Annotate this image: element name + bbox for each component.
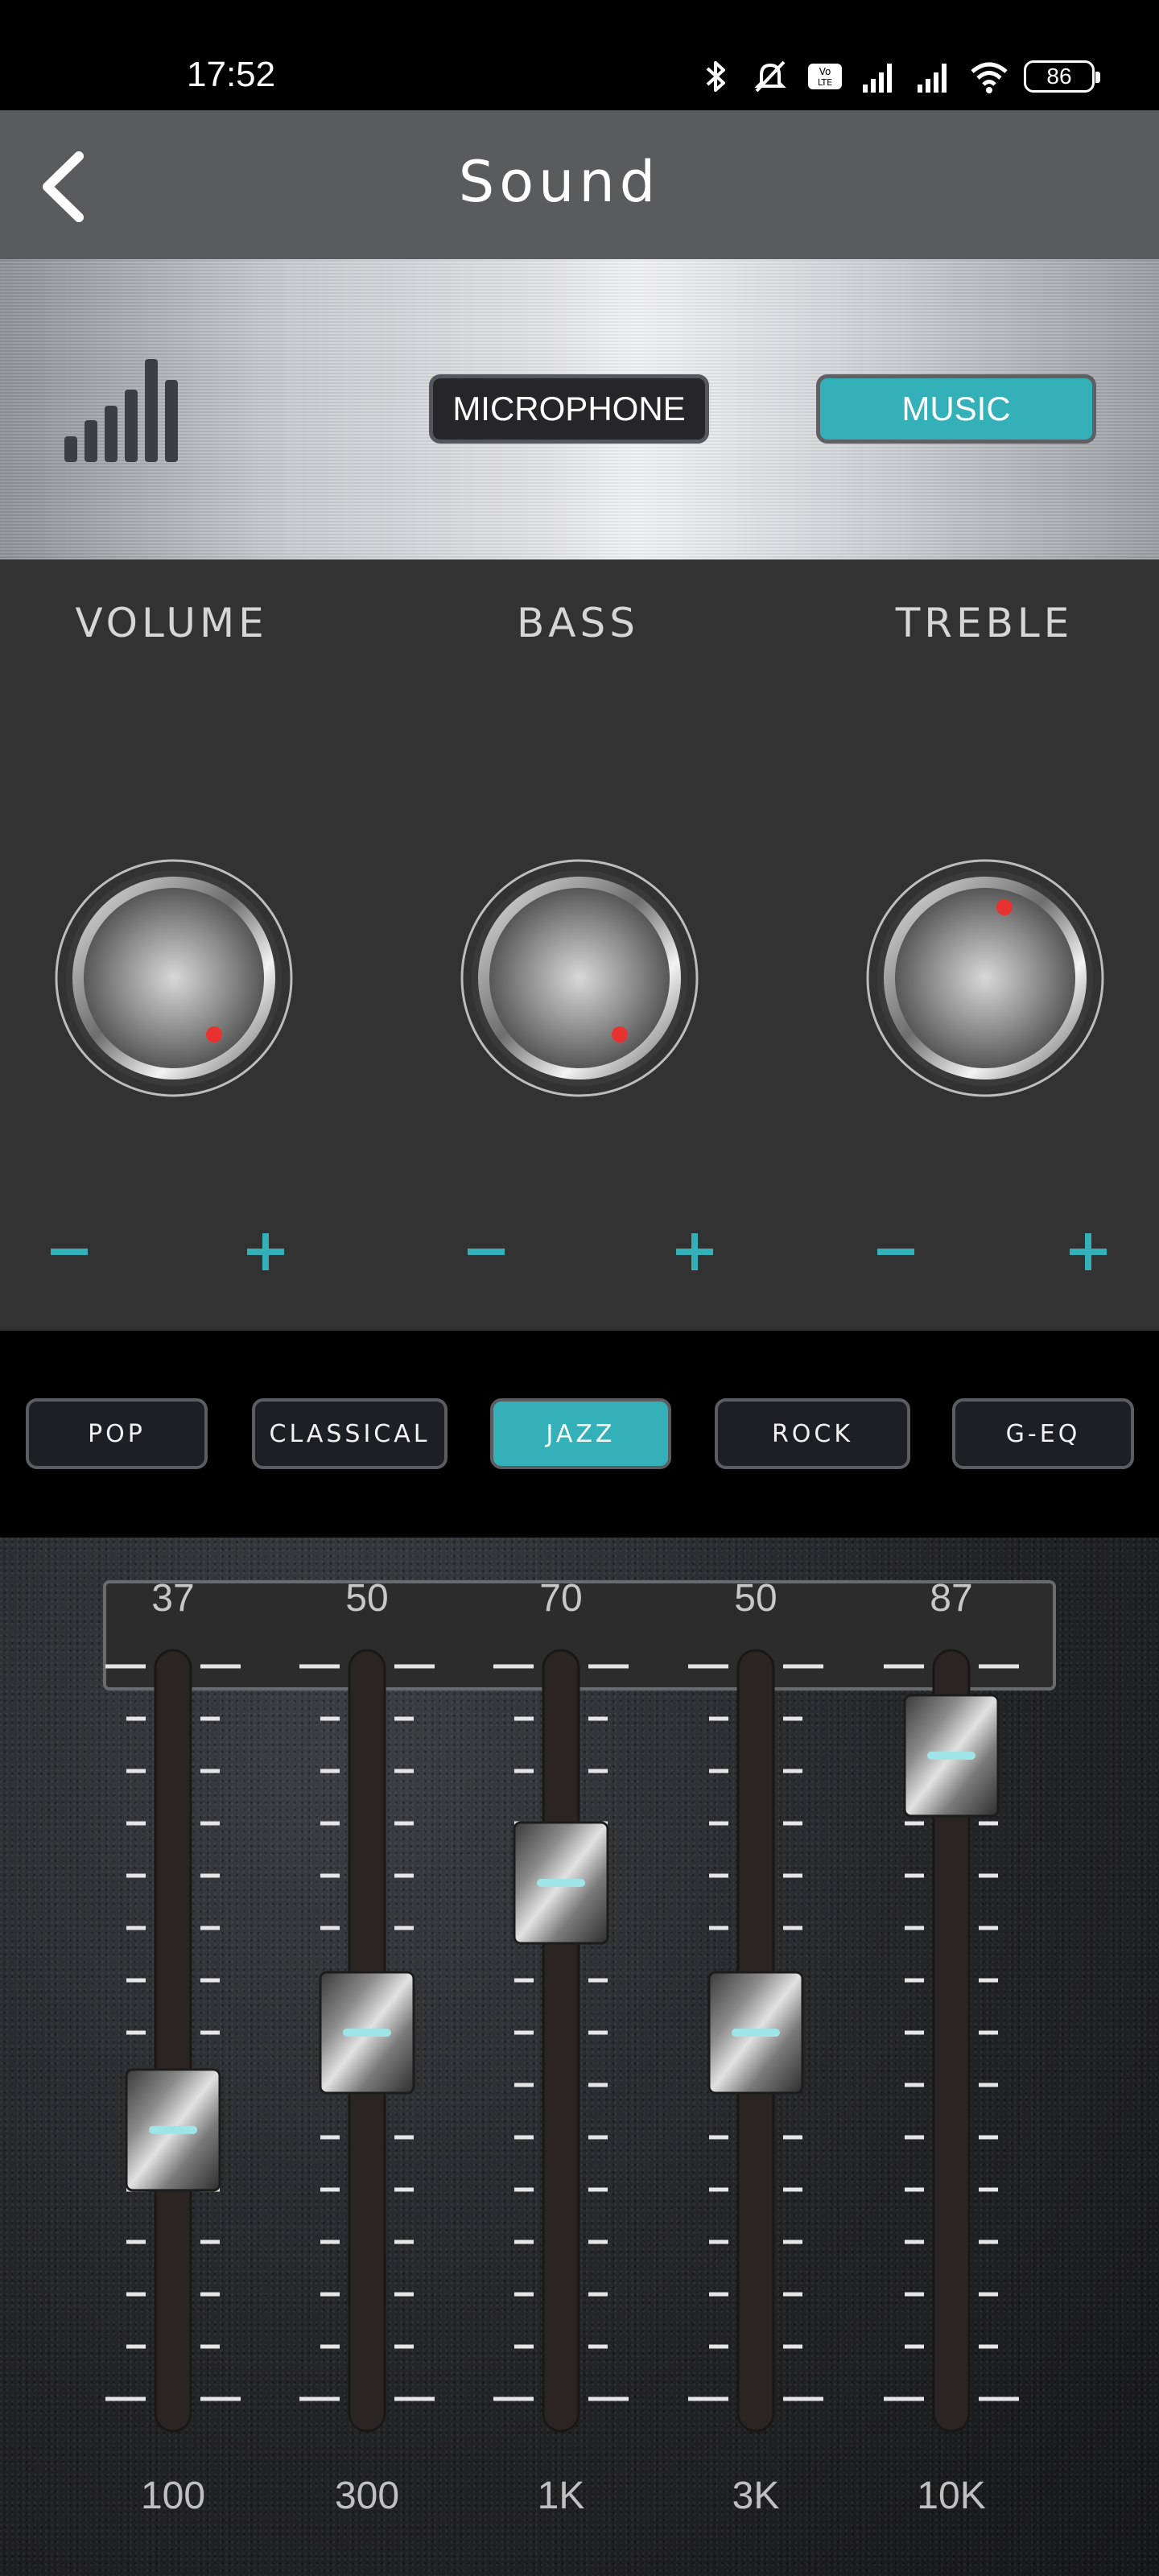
band-100-value: 37 xyxy=(151,1577,195,1620)
preset-geq-button[interactable]: G-EQ xyxy=(952,1398,1134,1469)
eq-slider-300[interactable] xyxy=(299,1649,435,2433)
preset-bar: POP CLASSICAL JAZZ ROCK G-EQ xyxy=(0,1331,1159,1538)
preset-rock-button[interactable]: ROCK xyxy=(715,1398,910,1469)
band-300-label: 300 xyxy=(334,2475,400,2517)
eq-track xyxy=(154,1649,192,2433)
bluetooth-icon xyxy=(706,61,725,92)
band-3k-label: 3K xyxy=(732,2475,780,2517)
preset-classical-button[interactable]: CLASSICAL xyxy=(252,1398,448,1469)
band-1k-value: 70 xyxy=(539,1577,583,1620)
battery-level: 86 xyxy=(1046,64,1072,89)
eq-thumb-indicator xyxy=(927,1751,975,1760)
eq-slider-1k[interactable] xyxy=(493,1649,629,2433)
bass-label: BASS xyxy=(517,600,639,646)
volume-label: VOLUME xyxy=(75,600,268,646)
source-panel: MICROPHONE MUSIC xyxy=(0,259,1159,559)
equalizer: 37 50 70 50 87 100 300 1K 3K 10K xyxy=(0,1538,1159,2576)
eq-thumb-indicator xyxy=(343,2029,391,2037)
band-3k-value: 50 xyxy=(734,1577,777,1620)
eq-slider-10k[interactable] xyxy=(884,1649,1019,2433)
volte-icon: Vo LTE xyxy=(808,64,842,89)
preset-jazz-button[interactable]: JAZZ xyxy=(490,1398,671,1469)
eq-slider-100[interactable] xyxy=(105,1649,241,2433)
signal-icon xyxy=(863,64,892,93)
signal-bars-icon xyxy=(64,359,178,462)
band-10k-value: 87 xyxy=(930,1577,973,1620)
page-title: Sound xyxy=(458,149,661,215)
eq-slider-3k[interactable] xyxy=(688,1649,823,2433)
eq-track xyxy=(542,1649,580,2433)
battery-icon: 86 xyxy=(1024,60,1100,93)
band-1k-label: 1K xyxy=(537,2475,585,2517)
header: Sound xyxy=(0,110,1159,259)
treble-label: TREBLE xyxy=(895,600,1074,646)
knob-section: VOLUME BASS TREBLE xyxy=(0,559,1159,1331)
microphone-button[interactable]: MICROPHONE xyxy=(429,374,709,444)
eq-thumb-indicator xyxy=(149,2125,197,2134)
eq-thumb-indicator xyxy=(732,2029,780,2037)
volume-plus-button[interactable] xyxy=(229,1216,302,1288)
bass-minus-button[interactable] xyxy=(450,1216,522,1288)
svg-text:Vo: Vo xyxy=(819,66,831,77)
equalizer-sliders xyxy=(105,1649,1019,2433)
wifi-icon xyxy=(971,62,1008,93)
svg-text:LTE: LTE xyxy=(818,77,832,88)
band-300-value: 50 xyxy=(345,1577,389,1620)
bass-knob[interactable] xyxy=(459,857,700,1099)
status-icons: Vo LTE 86 xyxy=(695,56,1100,97)
preset-pop-button[interactable]: POP xyxy=(26,1398,208,1469)
eq-thumb-indicator xyxy=(537,1879,585,1887)
treble-knob[interactable] xyxy=(864,857,1106,1099)
mute-icon xyxy=(754,60,786,93)
volume-knob[interactable] xyxy=(53,857,295,1099)
volume-minus-button[interactable] xyxy=(33,1216,105,1288)
treble-plus-button[interactable] xyxy=(1052,1216,1124,1288)
status-bar: 17:52 Vo LTE 86 xyxy=(0,0,1159,110)
band-100-label: 100 xyxy=(140,2475,206,2517)
signal-icon xyxy=(918,64,947,93)
band-10k-label: 10K xyxy=(917,2475,986,2517)
music-button[interactable]: MUSIC xyxy=(816,374,1096,444)
bass-plus-button[interactable] xyxy=(658,1216,731,1288)
status-time: 17:52 xyxy=(187,55,276,94)
treble-minus-button[interactable] xyxy=(860,1216,932,1288)
